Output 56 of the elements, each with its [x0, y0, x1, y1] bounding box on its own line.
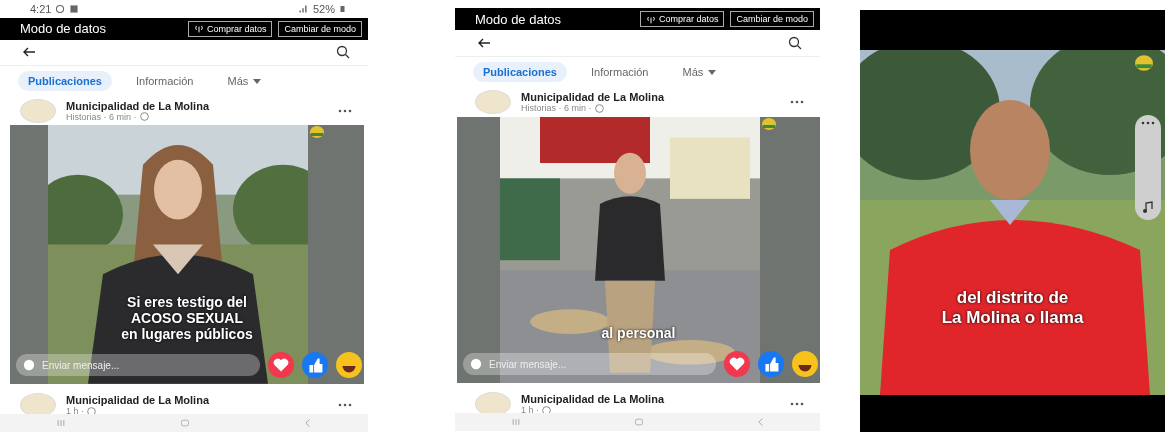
- more-options-icon[interactable]: [790, 100, 804, 104]
- globe-icon: [87, 406, 96, 416]
- heart-reaction-icon[interactable]: [724, 351, 750, 377]
- more-options-icon[interactable]: [338, 403, 352, 408]
- dropdown-caret-icon: [708, 69, 717, 75]
- post-meta: Historias · 6 min ·: [66, 111, 137, 122]
- laughing-reaction-icon[interactable]: [792, 351, 818, 377]
- tab[interactable]: Más: [672, 62, 727, 82]
- tab[interactable]: Información: [581, 62, 659, 82]
- data-mode-title: Modo de datos: [475, 11, 562, 27]
- video-caption: La Molina o llama: [941, 308, 1084, 328]
- emblem-icon: [308, 125, 326, 140]
- change-mode-button[interactable]: Cambiar de modo: [730, 11, 814, 27]
- side-panel[interactable]: [1135, 115, 1161, 220]
- emblem-icon: [1133, 54, 1155, 72]
- dropdown-caret-icon: [253, 78, 262, 84]
- post-meta: 1 h ·: [521, 405, 539, 415]
- story-caption: Si eres testigo del: [127, 294, 247, 311]
- post-meta: Historias · 6 min ·: [521, 103, 592, 113]
- page-name[interactable]: Municipalidad de La Molina: [66, 394, 328, 407]
- more-options-icon[interactable]: [1141, 121, 1155, 125]
- antenna-icon: [193, 24, 204, 34]
- tab[interactable]: Información: [126, 71, 204, 91]
- music-note-icon[interactable]: [1141, 200, 1155, 214]
- globe-icon: [594, 103, 604, 113]
- status-time: 4:21: [30, 2, 52, 15]
- battery-icon: [339, 3, 346, 14]
- buy-data-button[interactable]: Comprar datos: [187, 20, 273, 37]
- tab[interactable]: Publicaciones: [473, 62, 567, 82]
- antenna-icon: [645, 14, 656, 24]
- change-mode-button[interactable]: Cambiar de modo: [278, 20, 362, 37]
- laughing-reaction-icon[interactable]: [336, 352, 362, 379]
- search-icon[interactable]: [336, 45, 350, 60]
- search-icon[interactable]: [788, 36, 802, 50]
- page-name[interactable]: Municipalidad de La Molina: [521, 91, 780, 103]
- more-options-icon[interactable]: [338, 108, 352, 113]
- globe-icon: [139, 112, 149, 122]
- signal-icon: [296, 3, 309, 14]
- like-reaction-icon[interactable]: [758, 351, 784, 377]
- post-meta: 1 h ·: [66, 406, 84, 417]
- emblem-icon: [759, 117, 778, 131]
- like-reaction-icon[interactable]: [302, 352, 328, 379]
- tab[interactable]: Más: [217, 71, 272, 91]
- buy-data-button[interactable]: Comprar datos: [639, 11, 725, 27]
- video-caption: del distrito de: [956, 288, 1069, 308]
- heart-reaction-icon[interactable]: [268, 352, 294, 379]
- story-caption: ACOSO SEXUAL: [131, 310, 243, 327]
- globe-icon: [542, 405, 551, 415]
- story-caption: al personal: [601, 325, 676, 341]
- page-name[interactable]: Municipalidad de La Molina: [66, 99, 328, 112]
- battery-percent: 52%: [312, 2, 335, 15]
- page-name[interactable]: Municipalidad de La Molina: [521, 393, 780, 405]
- more-options-icon[interactable]: [790, 402, 804, 406]
- tab[interactable]: Publicaciones: [18, 71, 112, 91]
- data-mode-title: Modo de datos: [20, 21, 107, 37]
- story-caption: en lugares públicos: [121, 326, 253, 343]
